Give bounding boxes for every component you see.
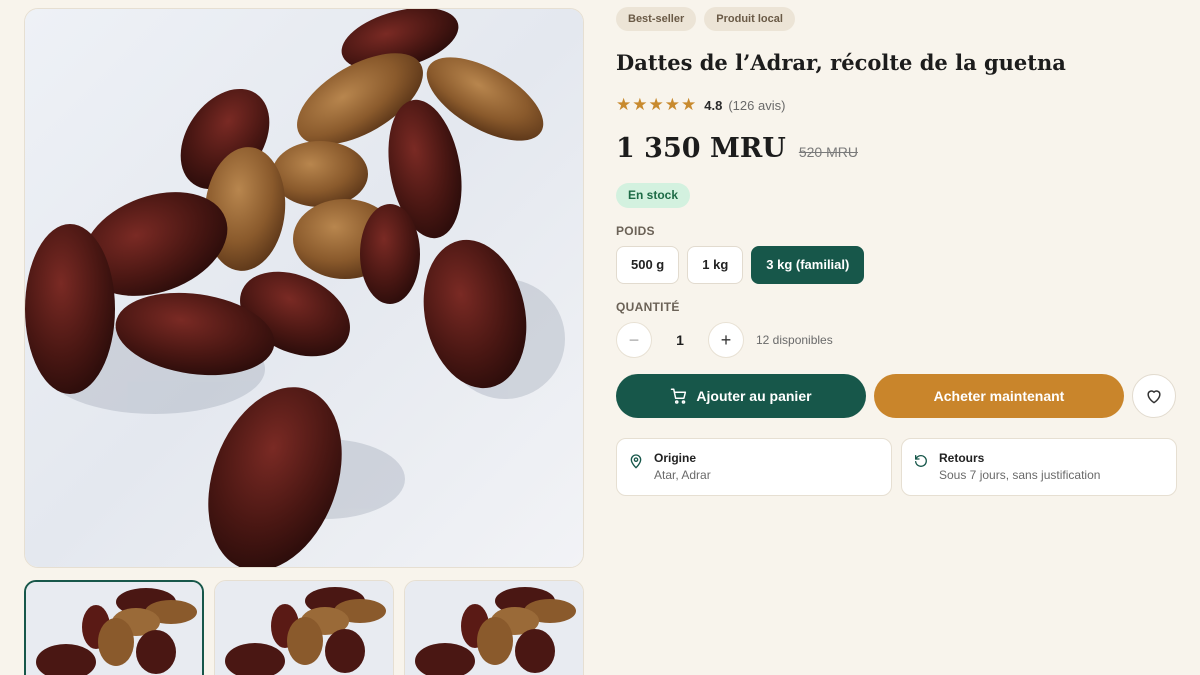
weight-option-1kg[interactable]: 1 kg: [687, 246, 744, 284]
rating-stars: ★ ★ ★ ★ ★: [616, 95, 696, 115]
product-title: Dattes de l’Adrar, récolte de la guetna: [616, 50, 1066, 75]
dates-photo: [25, 9, 583, 567]
origin-value: Atar, Adrar: [654, 468, 711, 482]
badge-best-seller: Best-seller: [616, 7, 697, 31]
return-arrow-icon: [915, 455, 927, 467]
location-pin-icon: [630, 454, 642, 469]
product-main-image[interactable]: [24, 8, 584, 568]
thumbnail-photo: [26, 582, 202, 675]
quantity-increase-button[interactable]: +: [708, 322, 744, 358]
star-icon: ★: [616, 95, 632, 114]
thumbnail-photo: [405, 581, 583, 675]
thumbnail-1[interactable]: [24, 580, 204, 675]
star-icon: ★: [681, 95, 697, 114]
cart-icon: [671, 388, 687, 404]
returns-value: Sous 7 jours, sans justification: [939, 468, 1101, 482]
price-row: 1 350 MRU 520 MRU: [616, 133, 858, 164]
rating-count[interactable]: (126 avis): [728, 98, 785, 113]
returns-card: Retours Sous 7 jours, sans justification: [901, 438, 1177, 496]
old-price: 520 MRU: [798, 144, 858, 160]
origin-card: Origine Atar, Adrar: [616, 438, 892, 496]
weight-label: POIDS: [616, 224, 655, 238]
thumbnail-photo: [215, 581, 393, 675]
favorite-button[interactable]: [1132, 374, 1176, 418]
badge-list: Best-seller Produit local: [616, 7, 795, 31]
product-rating[interactable]: ★ ★ ★ ★ ★ 4.8 (126 avis): [616, 95, 785, 115]
quantity-value[interactable]: 1: [652, 332, 708, 348]
star-icon: ★: [664, 95, 680, 114]
add-to-cart-button[interactable]: Ajouter au panier: [616, 374, 866, 418]
star-icon: ★: [632, 95, 648, 114]
badge-local-product: Produit local: [704, 7, 795, 31]
rating-value: 4.8: [704, 97, 723, 113]
buy-now-button[interactable]: Acheter maintenant: [874, 374, 1124, 418]
returns-title: Retours: [939, 451, 985, 465]
quantity-stepper: − 1 + 12 disponibles: [616, 322, 833, 358]
weight-selector: 500 g 1 kg 3 kg (familial): [616, 246, 865, 284]
weight-option-500g[interactable]: 500 g: [616, 246, 680, 284]
stock-badge: En stock: [616, 183, 691, 208]
quantity-decrease-button[interactable]: −: [616, 322, 652, 358]
star-icon: ★: [648, 95, 664, 114]
thumbnail-3[interactable]: [404, 580, 584, 675]
info-cards: Origine Atar, Adrar Retours Sous 7 jours…: [616, 438, 1177, 496]
origin-title: Origine: [654, 451, 697, 465]
purchase-actions: Ajouter au panier Acheter maintenant: [616, 374, 1176, 418]
stock-available: 12 disponibles: [756, 333, 833, 347]
current-price: 1 350 MRU: [616, 133, 786, 164]
weight-option-3kg[interactable]: 3 kg (familial): [751, 246, 865, 284]
add-to-cart-label: Ajouter au panier: [696, 388, 812, 404]
quantity-label: QUANTITÉ: [616, 300, 680, 314]
thumbnail-2[interactable]: [214, 580, 394, 675]
heart-icon: [1147, 390, 1161, 404]
